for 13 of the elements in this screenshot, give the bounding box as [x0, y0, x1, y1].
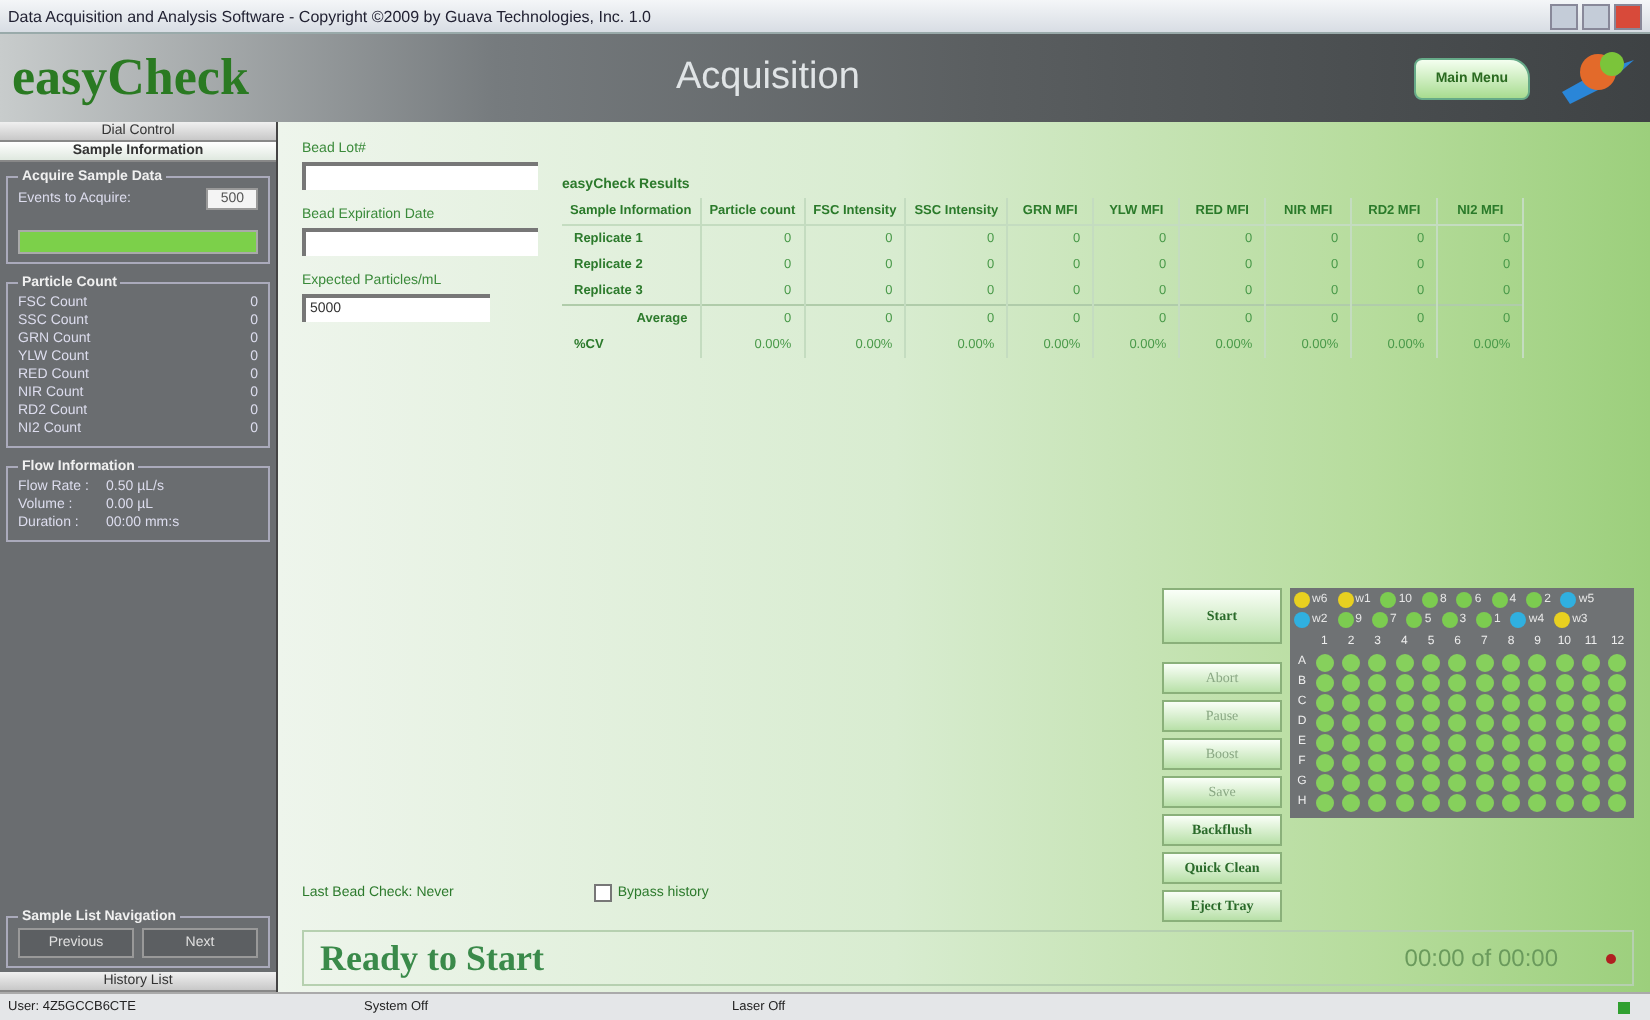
- status-led-icon: [1618, 1001, 1630, 1013]
- bypass-checkbox[interactable]: [593, 884, 612, 902]
- input-field[interactable]: [302, 162, 538, 190]
- window-title: Data Acquisition and Analysis Software - Copyright ©2009 by Guava Technologies, Inc. 1.0: [8, 7, 651, 25]
- minimize-button[interactable]: [1550, 3, 1578, 29]
- close-button[interactable]: [1614, 3, 1642, 29]
- elapsed-time: 00:00 of 00:00: [1404, 944, 1558, 972]
- screen-title: Acquisition: [674, 56, 862, 100]
- status-indicator-icon: [1606, 953, 1616, 963]
- status-message: Ready to Start: [320, 937, 546, 979]
- input-field[interactable]: [302, 228, 538, 256]
- app-logo: easyCheck: [12, 48, 251, 108]
- maximize-button[interactable]: [1582, 3, 1610, 29]
